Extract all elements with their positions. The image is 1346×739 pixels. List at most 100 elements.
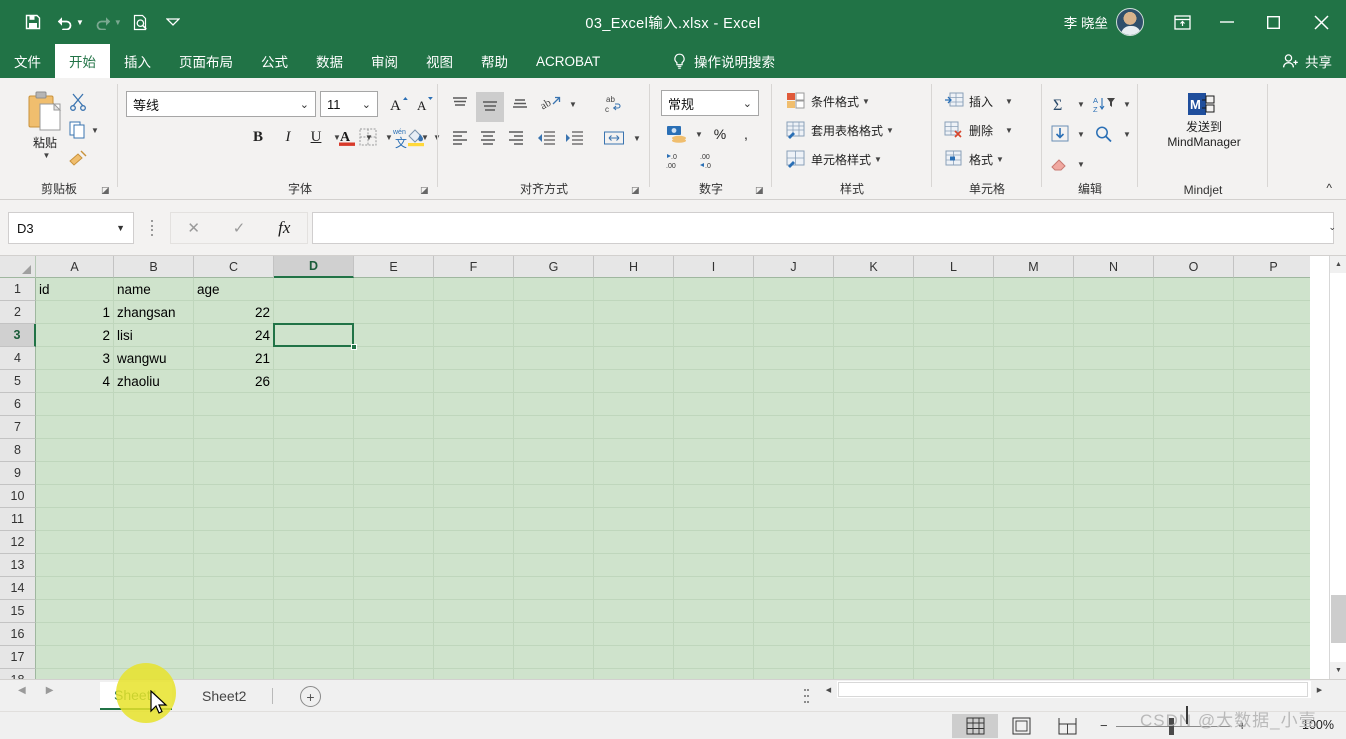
cell-I6[interactable] bbox=[674, 393, 754, 416]
cell-I14[interactable] bbox=[674, 577, 754, 600]
number-dialog-launcher[interactable]: ◪ bbox=[755, 185, 764, 196]
sheet-tab-sheet1[interactable]: Sheet1 bbox=[100, 682, 173, 710]
cell-P4[interactable] bbox=[1234, 347, 1310, 370]
column-header-A[interactable]: A bbox=[36, 256, 114, 278]
cell-H14[interactable] bbox=[594, 577, 674, 600]
fill-down-icon[interactable] bbox=[1048, 122, 1072, 146]
cell-I8[interactable] bbox=[674, 439, 754, 462]
cell-B3[interactable]: lisi bbox=[114, 324, 194, 347]
horizontal-scrollbar[interactable]: ◀ ▶ bbox=[820, 681, 1328, 698]
zoom-in-button[interactable]: + bbox=[1238, 718, 1246, 733]
cell-K8[interactable] bbox=[834, 439, 914, 462]
cell-D7[interactable] bbox=[274, 416, 354, 439]
cell-D10[interactable] bbox=[274, 485, 354, 508]
cell-P11[interactable] bbox=[1234, 508, 1310, 531]
cell-H2[interactable] bbox=[594, 301, 674, 324]
column-header-I[interactable]: I bbox=[674, 256, 754, 278]
column-header-M[interactable]: M bbox=[994, 256, 1074, 278]
cell-P14[interactable] bbox=[1234, 577, 1310, 600]
cell-A7[interactable] bbox=[36, 416, 114, 439]
cell-J15[interactable] bbox=[754, 600, 834, 623]
phonetic-dropdown-icon[interactable]: ▼ bbox=[421, 133, 429, 142]
cell-M16[interactable] bbox=[994, 623, 1074, 646]
column-header-G[interactable]: G bbox=[514, 256, 594, 278]
cell-I15[interactable] bbox=[674, 600, 754, 623]
format-cells-button[interactable]: 格式 ▼ bbox=[944, 150, 1004, 168]
row-header-17[interactable]: 17 bbox=[0, 646, 36, 669]
cell-L2[interactable] bbox=[914, 301, 994, 324]
cell-K6[interactable] bbox=[834, 393, 914, 416]
scroll-down-arrow[interactable]: ▼ bbox=[1330, 662, 1346, 679]
format-as-table-button[interactable]: 套用表格格式 ▼ bbox=[786, 121, 894, 139]
cell-L17[interactable] bbox=[914, 646, 994, 669]
number-format-combo[interactable]: 常规 ⌄ bbox=[661, 90, 759, 116]
cell-J11[interactable] bbox=[754, 508, 834, 531]
cell-P16[interactable] bbox=[1234, 623, 1310, 646]
page-layout-view-button[interactable] bbox=[998, 714, 1044, 738]
name-box[interactable]: D3 ▼ bbox=[8, 212, 134, 244]
cell-H17[interactable] bbox=[594, 646, 674, 669]
cell-H18[interactable] bbox=[594, 669, 674, 679]
cell-O7[interactable] bbox=[1154, 416, 1234, 439]
merge-dropdown-icon[interactable]: ▼ bbox=[633, 134, 641, 143]
cell-E11[interactable] bbox=[354, 508, 434, 531]
cell-L14[interactable] bbox=[914, 577, 994, 600]
cell-E3[interactable] bbox=[354, 324, 434, 347]
cell-L18[interactable] bbox=[914, 669, 994, 679]
insert-function-button[interactable]: fx bbox=[262, 213, 307, 243]
cell-O3[interactable] bbox=[1154, 324, 1234, 347]
ribbon-tab-3[interactable]: 页面布局 bbox=[165, 44, 247, 78]
cell-L1[interactable] bbox=[914, 278, 994, 301]
previous-sheet-icon[interactable]: ◀ bbox=[18, 685, 26, 696]
sort-filter-icon[interactable]: AZ bbox=[1092, 92, 1118, 116]
column-header-O[interactable]: O bbox=[1154, 256, 1234, 278]
cell-P18[interactable] bbox=[1234, 669, 1310, 679]
cell-G15[interactable] bbox=[514, 600, 594, 623]
cell-O12[interactable] bbox=[1154, 531, 1234, 554]
cell-H6[interactable] bbox=[594, 393, 674, 416]
vertical-scrollbar[interactable]: ▲ ▼ bbox=[1329, 256, 1346, 679]
cell-J1[interactable] bbox=[754, 278, 834, 301]
cell-C16[interactable] bbox=[194, 623, 274, 646]
cancel-edit-button[interactable]: ✕ bbox=[171, 213, 216, 243]
normal-view-button[interactable] bbox=[952, 714, 998, 738]
column-header-N[interactable]: N bbox=[1074, 256, 1154, 278]
font-color-dropdown-icon[interactable]: ▼ bbox=[365, 133, 373, 142]
cell-C3[interactable]: 24 bbox=[194, 324, 274, 347]
cell-J18[interactable] bbox=[754, 669, 834, 679]
cell-H11[interactable] bbox=[594, 508, 674, 531]
cell-G1[interactable] bbox=[514, 278, 594, 301]
comma-style-icon[interactable]: , bbox=[734, 122, 758, 146]
cell-H13[interactable] bbox=[594, 554, 674, 577]
cell-G13[interactable] bbox=[514, 554, 594, 577]
cell-B18[interactable] bbox=[114, 669, 194, 679]
alignment-dialog-launcher[interactable]: ◪ bbox=[631, 185, 640, 196]
sort-filter-dropdown-icon[interactable]: ▼ bbox=[1123, 100, 1131, 109]
cell-P9[interactable] bbox=[1234, 462, 1310, 485]
cell-N7[interactable] bbox=[1074, 416, 1154, 439]
cell-I5[interactable] bbox=[674, 370, 754, 393]
cell-F15[interactable] bbox=[434, 600, 514, 623]
cell-N4[interactable] bbox=[1074, 347, 1154, 370]
cell-I18[interactable] bbox=[674, 669, 754, 679]
cell-G3[interactable] bbox=[514, 324, 594, 347]
cell-F18[interactable] bbox=[434, 669, 514, 679]
send-to-mindmanager-button[interactable]: M 发送到 MindManager bbox=[1154, 90, 1254, 150]
delete-cells-dropdown-icon[interactable]: ▼ bbox=[1005, 126, 1013, 135]
cell-C18[interactable] bbox=[194, 669, 274, 679]
ribbon-tab-8[interactable]: 帮助 bbox=[467, 44, 522, 78]
cell-O1[interactable] bbox=[1154, 278, 1234, 301]
ribbon-tab-2[interactable]: 插入 bbox=[110, 44, 165, 78]
cell-A8[interactable] bbox=[36, 439, 114, 462]
ribbon-tab-4[interactable]: 公式 bbox=[247, 44, 302, 78]
horizontal-scroll-track[interactable] bbox=[837, 681, 1311, 698]
cell-K10[interactable] bbox=[834, 485, 914, 508]
cell-I7[interactable] bbox=[674, 416, 754, 439]
currency-dropdown-icon[interactable]: ▼ bbox=[695, 130, 703, 139]
cell-F17[interactable] bbox=[434, 646, 514, 669]
cell-M17[interactable] bbox=[994, 646, 1074, 669]
cell-L12[interactable] bbox=[914, 531, 994, 554]
cell-N5[interactable] bbox=[1074, 370, 1154, 393]
cell-F3[interactable] bbox=[434, 324, 514, 347]
fill-handle[interactable] bbox=[351, 344, 357, 350]
